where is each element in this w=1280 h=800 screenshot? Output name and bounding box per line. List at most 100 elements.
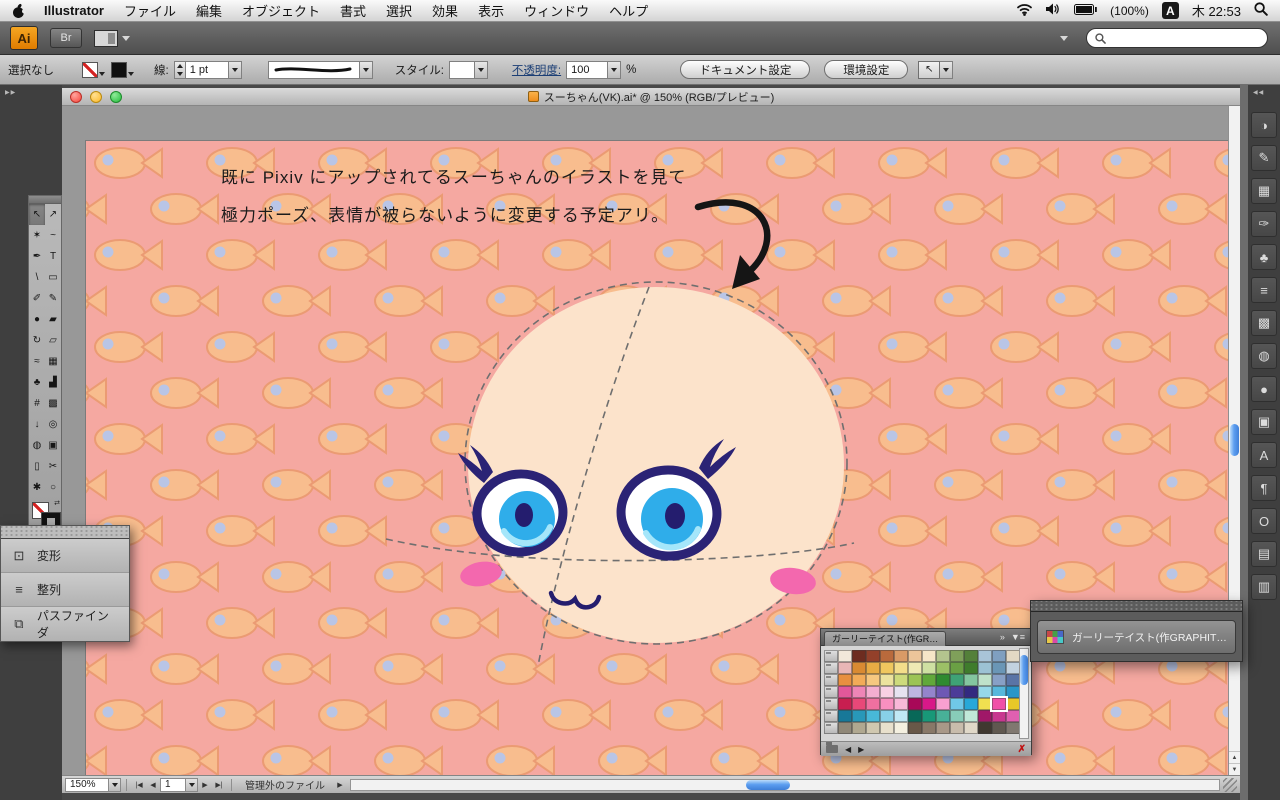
swatch[interactable]	[1006, 650, 1020, 662]
swatch[interactable]	[936, 674, 950, 686]
swatch[interactable]	[880, 650, 894, 662]
annotation-text-line2[interactable]: 極力ポーズ、表情が被らないように変更する予定アリ。	[221, 201, 669, 226]
stroke-weight-stepper[interactable]	[173, 60, 185, 79]
paintbrush-tool[interactable]: ✐	[29, 288, 45, 309]
swatch[interactable]	[1006, 698, 1020, 710]
color-group-icon[interactable]	[824, 662, 838, 674]
last-artboard-button[interactable]: ▶|	[212, 778, 226, 792]
menubar-item-2[interactable]: オブジェクト	[232, 1, 330, 20]
appearance-icon[interactable]: ●	[1251, 376, 1277, 402]
collapse-left-dock-button[interactable]: ▶▶	[0, 85, 62, 96]
swatch[interactable]	[1006, 686, 1020, 698]
swatch[interactable]	[880, 662, 894, 674]
swatch[interactable]	[908, 722, 922, 734]
menubar-item-0[interactable]: ファイル	[114, 1, 186, 20]
volume-icon[interactable]	[1046, 3, 1061, 18]
panel-item-align[interactable]: ≡ 整列	[1, 573, 129, 607]
eyedropper-tool[interactable]: ↓	[29, 414, 45, 435]
style-dropdown[interactable]	[448, 60, 488, 79]
swatch[interactable]	[922, 710, 936, 722]
swatch[interactable]	[866, 662, 880, 674]
swatch[interactable]	[978, 662, 992, 674]
pen-tool[interactable]: ✒	[29, 246, 45, 267]
swatch[interactable]	[880, 686, 894, 698]
stroke-color-well[interactable]	[111, 61, 134, 78]
swatch[interactable]	[1006, 710, 1020, 722]
swatch[interactable]	[964, 686, 978, 698]
swatches-tabbar[interactable]: ガーリーテイスト(作GR… » ▼≡	[821, 629, 1031, 646]
swatch[interactable]	[964, 722, 978, 734]
zoom-caret[interactable]	[109, 777, 121, 792]
swatch[interactable]	[936, 662, 950, 674]
artboard-tool[interactable]: ▯	[29, 456, 45, 477]
rectangle-tool[interactable]: ▭	[45, 267, 61, 288]
zoom-button[interactable]	[110, 91, 122, 103]
swatch[interactable]	[880, 698, 894, 710]
search-input[interactable]	[1086, 28, 1268, 48]
mesh-tool[interactable]: #	[29, 393, 45, 414]
swatch[interactable]	[838, 674, 852, 686]
magic-wand-tool[interactable]: ✶	[29, 225, 45, 246]
hand-tool[interactable]: ✱	[29, 477, 45, 498]
swatch[interactable]	[1006, 722, 1020, 734]
color-group-icon[interactable]	[824, 686, 838, 698]
selection-tool[interactable]: ↖	[29, 204, 45, 225]
lasso-tool[interactable]: ~	[45, 225, 61, 246]
document-setup-button[interactable]: ドキュメント設定	[680, 60, 811, 79]
swatch[interactable]	[978, 698, 992, 710]
swatch[interactable]	[866, 698, 880, 710]
stroke-icon[interactable]: ≡	[1251, 277, 1277, 303]
fill-color-well[interactable]	[82, 61, 105, 78]
swatch[interactable]	[964, 710, 978, 722]
live-paint-bucket-tool[interactable]: ◍	[29, 435, 45, 456]
library-panel-button[interactable]: ガーリーテイスト(作GRAPHIT…	[1037, 620, 1236, 654]
swatch[interactable]	[852, 674, 866, 686]
swatch[interactable]	[838, 662, 852, 674]
swatch[interactable]	[894, 650, 908, 662]
swatch[interactable]	[894, 674, 908, 686]
swatch[interactable]	[880, 710, 894, 722]
swatch[interactable]	[950, 686, 964, 698]
swatch[interactable]	[866, 650, 880, 662]
swatch[interactable]	[838, 722, 852, 734]
swatch[interactable]	[894, 710, 908, 722]
swatch[interactable]	[838, 686, 852, 698]
swatches-tab[interactable]: ガーリーテイスト(作GR…	[824, 630, 947, 646]
color-group-icon[interactable]	[824, 710, 838, 722]
blob-brush-tool[interactable]: ●	[29, 309, 45, 330]
layers-icon[interactable]: ▤	[1251, 541, 1277, 567]
menubar-item-5[interactable]: 効果	[422, 1, 468, 20]
swatch[interactable]	[908, 650, 922, 662]
swatch[interactable]	[866, 722, 880, 734]
swatch[interactable]	[950, 722, 964, 734]
swatch[interactable]	[922, 650, 936, 662]
artwork-canvas[interactable]	[86, 141, 1228, 775]
preferences-button[interactable]: 環境設定	[824, 60, 909, 79]
swatch[interactable]	[978, 722, 992, 734]
horizontal-scrollbar[interactable]	[350, 778, 1220, 791]
workspace-switcher[interactable]	[94, 29, 130, 47]
opentype-icon[interactable]: O	[1251, 508, 1277, 534]
swatch[interactable]	[978, 710, 992, 722]
swatch[interactable]	[950, 662, 964, 674]
swatch[interactable]	[992, 722, 1006, 734]
swatch[interactable]	[838, 650, 852, 662]
menubar-item-3[interactable]: 書式	[330, 1, 376, 20]
color-group-icon[interactable]	[824, 722, 838, 734]
color-group-icon[interactable]	[824, 674, 838, 686]
swatch[interactable]	[922, 698, 936, 710]
swatch[interactable]	[922, 674, 936, 686]
swatch[interactable]	[852, 662, 866, 674]
battery-icon[interactable]	[1074, 3, 1097, 18]
artboard-number-field[interactable]: 1	[160, 777, 186, 792]
swatch[interactable]	[908, 698, 922, 710]
menubar-item-7[interactable]: ウィンドウ	[514, 1, 599, 20]
swatch[interactable]	[894, 662, 908, 674]
illustrator-app-icon[interactable]: Ai	[10, 26, 38, 50]
apple-menu-icon[interactable]	[12, 3, 26, 19]
swatch[interactable]	[936, 698, 950, 710]
zoom-field[interactable]: 150%	[65, 777, 109, 792]
swatch[interactable]	[950, 674, 964, 686]
color-icon[interactable]: ◑	[1251, 112, 1277, 138]
scale-tool[interactable]: ▱	[45, 330, 61, 351]
